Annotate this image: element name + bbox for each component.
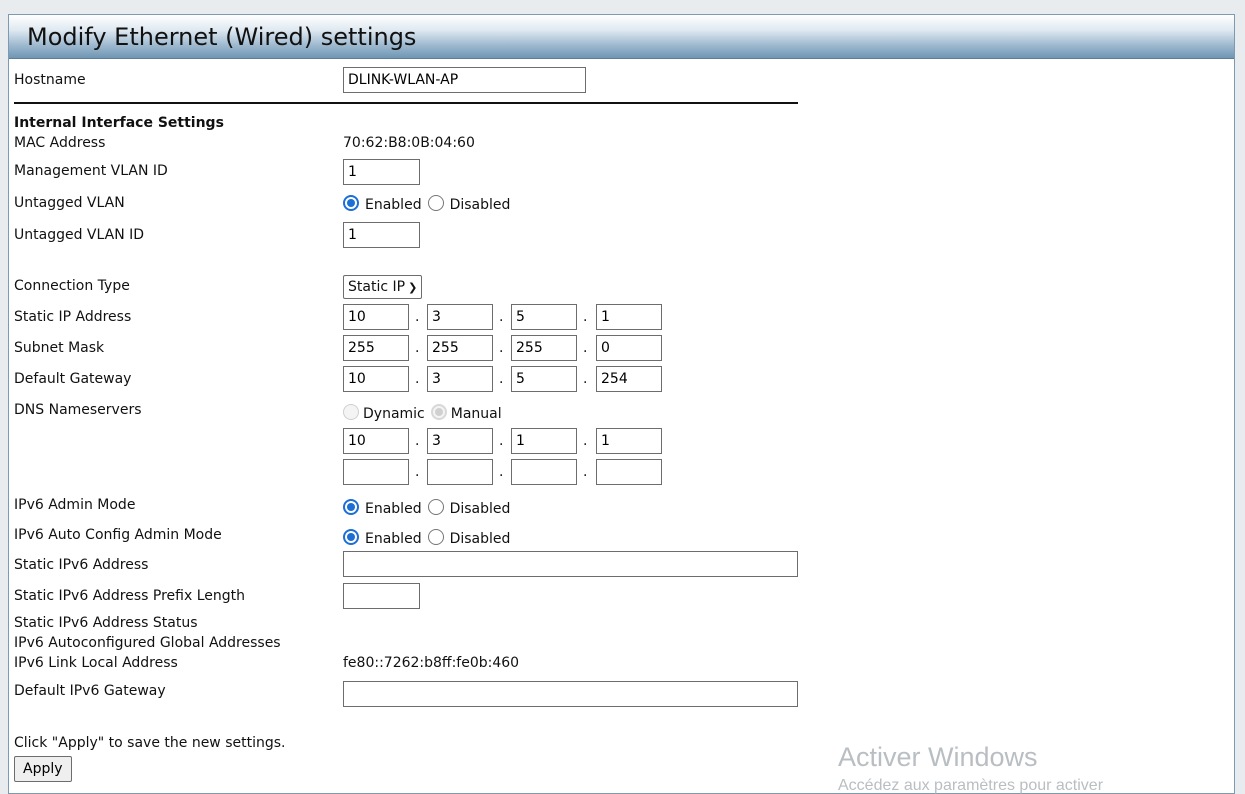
apply-button[interactable]: Apply — [14, 756, 72, 782]
mac-address-value: 70:62:B8:0B:04:60 — [343, 135, 475, 151]
activate-windows-subtext: Accédez aux paramètres pour activer — [838, 777, 1104, 794]
untagged-vlan-radio-group: Enabled Disabled — [343, 195, 516, 213]
subnet-mask-label: Subnet Mask — [14, 340, 105, 356]
dns2-octet-1[interactable] — [343, 459, 409, 485]
octet-separator: . — [499, 309, 504, 325]
dns-manual-radio[interactable] — [430, 404, 447, 420]
dns2-octet-4[interactable] — [596, 459, 662, 485]
ipv6-autoconfigured-global-label: IPv6 Autoconfigured Global Addresses — [14, 635, 281, 651]
dns1-octet-2[interactable] — [427, 428, 493, 454]
octet-separator: . — [583, 464, 588, 480]
octet-separator: . — [583, 309, 588, 325]
activate-windows-watermark: Activer Windows — [838, 742, 1038, 772]
management-vlan-input[interactable] — [343, 159, 420, 185]
chevron-down-icon: ❯ — [408, 281, 418, 294]
subnet-mask-octet-4[interactable] — [596, 335, 662, 361]
gateway-octet-1[interactable] — [343, 366, 409, 392]
ipv6-admin-enabled-radio[interactable] — [343, 499, 359, 515]
gateway-octet-3[interactable] — [511, 366, 577, 392]
untagged-vlan-disabled-radio[interactable] — [427, 195, 444, 211]
ipv6-auto-enabled-radio[interactable] — [343, 529, 359, 545]
static-ip-octet-4[interactable] — [596, 304, 662, 330]
enabled-label: Enabled — [365, 197, 422, 213]
untagged-vlan-id-input[interactable] — [343, 222, 420, 248]
untagged-vlan-id-label: Untagged VLAN ID — [14, 227, 145, 243]
hostname-input[interactable] — [343, 67, 586, 93]
mac-address-label: MAC Address — [14, 135, 106, 151]
default-ipv6-gateway-label: Default IPv6 Gateway — [14, 683, 166, 699]
ipv6-prefix-length-input[interactable] — [343, 583, 420, 609]
static-ip-label: Static IP Address — [14, 309, 132, 325]
page-title: Modify Ethernet (Wired) settings — [9, 15, 1234, 59]
octet-separator: . — [415, 433, 420, 449]
connection-type-label: Connection Type — [14, 278, 130, 294]
octet-separator: . — [499, 340, 504, 356]
apply-hint-text: Click "Apply" to save the new settings. — [14, 735, 286, 751]
connection-type-select[interactable]: Static IP ❯ — [343, 275, 423, 299]
octet-separator: . — [415, 464, 420, 480]
octet-separator: . — [415, 340, 420, 356]
ipv6-admin-disabled-radio[interactable] — [427, 499, 444, 515]
enabled-label: Enabled — [365, 531, 422, 547]
static-ipv6-address-input[interactable] — [343, 551, 798, 577]
static-ipv6-address-label: Static IPv6 Address — [14, 557, 149, 573]
ipv6-link-local-value: fe80::7262:b8ff:fe0b:460 — [343, 655, 520, 671]
section-divider — [14, 102, 798, 104]
settings-panel: Modify Ethernet (Wired) settings Hostnam… — [8, 14, 1235, 794]
enabled-label: Enabled — [365, 501, 422, 517]
static-ipv6-status-label: Static IPv6 Address Status — [14, 615, 198, 631]
dns-mode-radio-group: Dynamic Manual — [343, 404, 508, 422]
dns2-octet-2[interactable] — [427, 459, 493, 485]
dns-dynamic-radio[interactable] — [343, 404, 359, 420]
dynamic-label: Dynamic — [363, 406, 425, 422]
octet-separator: . — [499, 464, 504, 480]
ipv6-auto-config-label: IPv6 Auto Config Admin Mode — [14, 527, 222, 543]
octet-separator: . — [415, 309, 420, 325]
subnet-mask-octet-1[interactable] — [343, 335, 409, 361]
internal-settings-heading: Internal Interface Settings — [14, 115, 224, 131]
ipv6-auto-disabled-radio[interactable] — [427, 529, 444, 545]
static-ip-octet-1[interactable] — [343, 304, 409, 330]
management-vlan-label: Management VLAN ID — [14, 163, 168, 179]
octet-separator: . — [499, 371, 504, 387]
subnet-mask-octet-2[interactable] — [427, 335, 493, 361]
static-ip-octet-3[interactable] — [511, 304, 577, 330]
untagged-vlan-label: Untagged VLAN — [14, 195, 125, 211]
manual-label: Manual — [450, 406, 502, 422]
default-gateway-label: Default Gateway — [14, 371, 132, 387]
disabled-label: Disabled — [449, 197, 511, 213]
ipv6-link-local-label: IPv6 Link Local Address — [14, 655, 178, 671]
gateway-octet-4[interactable] — [596, 366, 662, 392]
octet-separator: . — [583, 371, 588, 387]
untagged-vlan-enabled-radio[interactable] — [343, 195, 359, 211]
octet-separator: . — [583, 340, 588, 356]
ipv6-admin-radio-group: Enabled Disabled — [343, 499, 516, 517]
gateway-octet-2[interactable] — [427, 366, 493, 392]
ipv6-admin-mode-label: IPv6 Admin Mode — [14, 497, 136, 513]
dns1-octet-4[interactable] — [596, 428, 662, 454]
dns-nameservers-label: DNS Nameservers — [14, 402, 142, 418]
octet-separator: . — [583, 433, 588, 449]
octet-separator: . — [415, 371, 420, 387]
connection-type-value: Static IP — [348, 279, 406, 295]
octet-separator: . — [499, 433, 504, 449]
disabled-label: Disabled — [449, 531, 511, 547]
static-ip-octet-2[interactable] — [427, 304, 493, 330]
ipv6-prefix-length-label: Static IPv6 Address Prefix Length — [14, 588, 245, 604]
dns1-octet-3[interactable] — [511, 428, 577, 454]
hostname-label: Hostname — [14, 72, 86, 88]
dns2-octet-3[interactable] — [511, 459, 577, 485]
default-ipv6-gateway-input[interactable] — [343, 681, 798, 707]
subnet-mask-octet-3[interactable] — [511, 335, 577, 361]
ipv6-auto-radio-group: Enabled Disabled — [343, 529, 516, 547]
disabled-label: Disabled — [449, 501, 511, 517]
dns1-octet-1[interactable] — [343, 428, 409, 454]
